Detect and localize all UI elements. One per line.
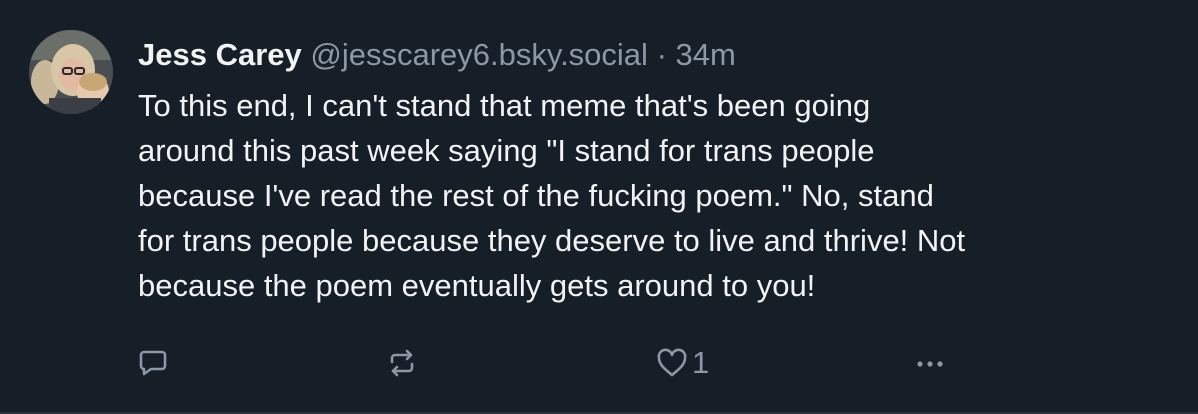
post-actions: 1 (138, 343, 958, 383)
post-text-line: around this past week saying "I stand fo… (138, 133, 875, 168)
post-text-line: because the poem eventually gets around … (138, 268, 816, 303)
user-handle[interactable]: @jesscarey6.bsky.social (310, 37, 648, 72)
post-timestamp[interactable]: 34m (676, 37, 736, 72)
heart-outline-icon (657, 348, 687, 377)
display-name[interactable]: Jess Carey (138, 37, 302, 72)
repost-arrows-icon (390, 349, 414, 377)
post-text-line: because I've read the rest of the fuckin… (138, 178, 934, 213)
post-text-line: for trans people because they deserve to… (138, 223, 966, 258)
post-text-line: To this end, I can't stand that meme tha… (138, 88, 871, 123)
more-options-button[interactable] (914, 343, 946, 383)
avatar[interactable] (29, 30, 113, 114)
post-header: Jess Carey @jesscarey6.bsky.social · 34m (138, 34, 1178, 76)
reply-button[interactable] (138, 343, 168, 383)
post-text: To this end, I can't stand that meme tha… (138, 83, 1168, 308)
speech-bubble-icon (139, 350, 167, 376)
separator-dot: · (656, 37, 667, 72)
post-content: Jess Carey @jesscarey6.bsky.social · 34m… (138, 34, 1178, 308)
ellipsis-icon (917, 361, 943, 367)
avatar-photo-icon (29, 30, 113, 114)
repost-button[interactable] (386, 343, 418, 383)
post-card[interactable]: Jess Carey @jesscarey6.bsky.social · 34m… (0, 0, 1198, 414)
like-count: 1 (692, 345, 710, 380)
like-button[interactable]: 1 (656, 343, 709, 383)
